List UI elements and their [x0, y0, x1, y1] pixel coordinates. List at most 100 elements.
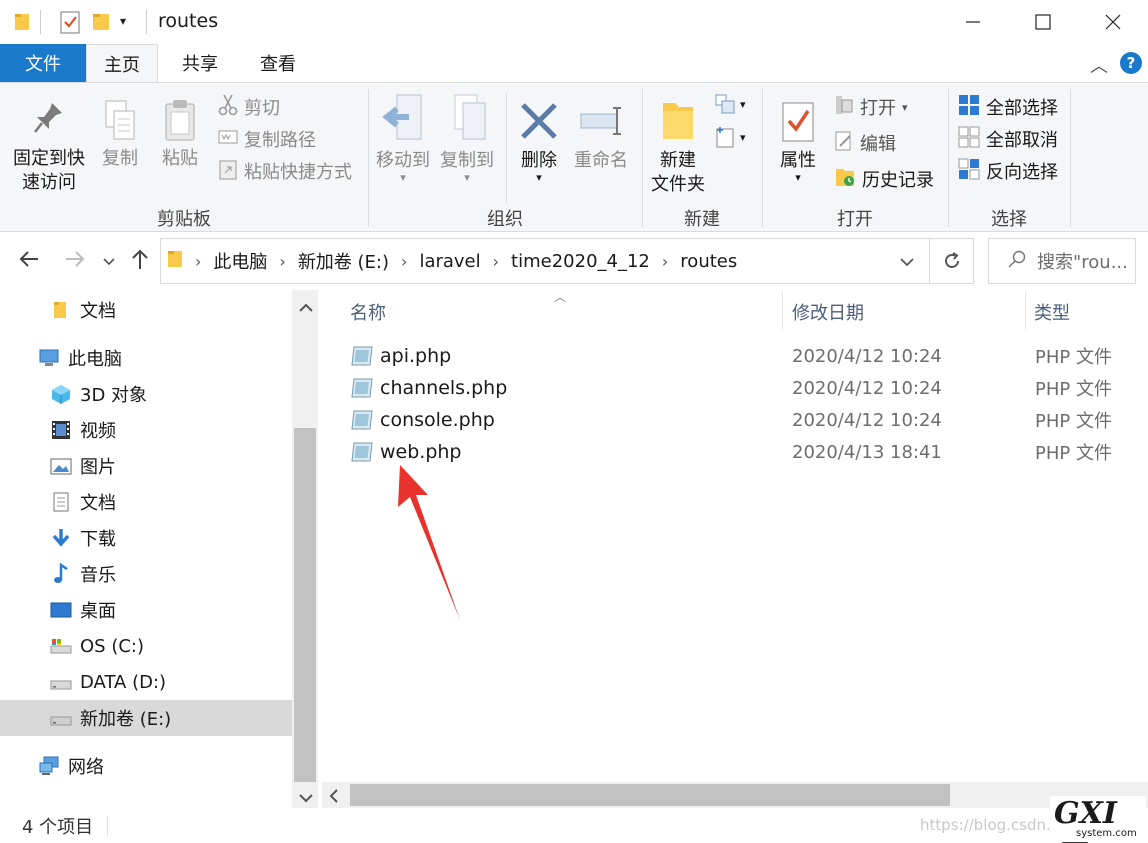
nav-item-desktop[interactable]: 桌面 [0, 592, 292, 628]
file-row[interactable]: console.php 2020/4/12 10:24 PHP 文件 [340, 404, 1140, 436]
open-button[interactable]: 打开 ▾ [834, 93, 908, 121]
tab-view[interactable]: 查看 [240, 44, 316, 82]
tab-file[interactable]: 文件 [0, 44, 86, 82]
breadcrumb-laravel[interactable]: laravel [419, 251, 480, 272]
properties-button[interactable]: 属性 ▾ [768, 93, 828, 183]
file-row[interactable]: channels.php 2020/4/12 10:24 PHP 文件 [340, 372, 1140, 404]
move-to-button[interactable]: 移动到 ▾ [372, 93, 434, 183]
easy-access-button[interactable]: ▾ [714, 125, 746, 149]
address-bar[interactable]: › 此电脑 › 新加卷 (E:) › laravel › time2020_4_… [160, 238, 930, 284]
nav-pane-scroll-thumb[interactable] [294, 428, 316, 782]
breadcrumb-routes[interactable]: routes [680, 251, 737, 272]
breadcrumb-this-pc[interactable]: 此电脑 [213, 248, 267, 274]
recent-locations-chevron-icon[interactable] [102, 252, 116, 273]
copy-button[interactable]: 复制 [94, 99, 146, 171]
computer-icon [38, 347, 60, 369]
new-item-button[interactable]: ▾ [714, 93, 746, 115]
invert-selection-button[interactable]: 反向选择 [958, 157, 1058, 185]
copy-path-icon [218, 128, 238, 151]
properties-dropdown-icon: ▾ [795, 171, 801, 184]
column-divider[interactable] [782, 292, 783, 330]
column-header-name[interactable]: 名称 [350, 296, 780, 328]
help-icon[interactable]: ? [1120, 52, 1142, 74]
nav-item-documents-pinned[interactable]: 文档 [0, 292, 292, 328]
nav-item-downloads[interactable]: 下载 [0, 520, 292, 556]
nav-item-drive-e[interactable]: 新加卷 (E:) [0, 700, 292, 736]
properties-quick-icon[interactable] [60, 10, 80, 39]
php-file-icon [350, 377, 374, 404]
tab-home[interactable]: 主页 [86, 44, 158, 83]
back-arrow-icon[interactable] [18, 248, 40, 275]
edit-button[interactable]: 编辑 [834, 129, 896, 157]
titlebar-divider [40, 10, 41, 34]
file-type: PHP 文件 [1035, 411, 1112, 432]
breadcrumb-chevron-icon[interactable]: › [493, 252, 499, 271]
nav-item-this-pc[interactable]: 此电脑 [0, 340, 292, 376]
nav-item-documents[interactable]: 文档 [0, 484, 292, 520]
select-all-label: 全部选择 [986, 98, 1058, 119]
maximize-button[interactable] [1008, 0, 1078, 44]
breadcrumb-drive-e[interactable]: 新加卷 (E:) [298, 248, 389, 274]
close-button[interactable] [1078, 0, 1148, 44]
quick-access-dropdown-icon[interactable]: ▾ [120, 14, 126, 28]
address-dropdown-chevron-icon[interactable] [899, 253, 915, 274]
rename-icon [570, 93, 632, 149]
breadcrumb-chevron-icon[interactable]: › [662, 252, 668, 271]
breadcrumb-chevron-icon[interactable]: › [401, 252, 407, 271]
copy-path-button[interactable]: 复制路径 [218, 125, 316, 153]
rename-button[interactable]: 重命名 [570, 93, 632, 173]
watermark-logo-sub: system.com [1076, 828, 1137, 839]
nav-item-videos[interactable]: 视频 [0, 412, 292, 448]
delete-button[interactable]: 删除 ▾ [512, 93, 566, 183]
pin-label-2: 速访问 [22, 172, 76, 193]
nav-item-3d-objects[interactable]: 3D 对象 [0, 376, 292, 412]
refresh-button[interactable] [930, 238, 974, 284]
copy-path-label: 复制路径 [244, 130, 316, 151]
column-divider[interactable] [1025, 292, 1026, 330]
nav-item-drive-c[interactable]: OS (C:) [0, 628, 292, 664]
paste-button[interactable]: 粘贴 [154, 99, 206, 171]
pin-quick-access-button[interactable]: 固定到快 速访问 [8, 99, 90, 195]
scroll-left-arrow-icon[interactable] [328, 788, 340, 809]
horizontal-scroll-thumb[interactable] [350, 784, 950, 806]
download-icon [50, 527, 72, 549]
scroll-up-arrow-icon[interactable] [298, 298, 314, 319]
tab-share[interactable]: 共享 [162, 44, 238, 82]
column-header-type[interactable]: 类型 [1034, 296, 1144, 328]
breadcrumb-chevron-icon[interactable]: › [279, 252, 285, 271]
open-dropdown-icon: ▾ [902, 100, 908, 114]
select-none-button[interactable]: 全部取消 [958, 125, 1058, 153]
paste-shortcut-button[interactable]: 粘贴快捷方式 [218, 157, 352, 185]
nav-item-music[interactable]: 音乐 [0, 556, 292, 592]
nav-item-label: 此电脑 [68, 349, 122, 370]
history-button[interactable]: 历史记录 [834, 165, 934, 193]
file-row[interactable]: api.php 2020/4/12 10:24 PHP 文件 [340, 340, 1140, 372]
new-item-icon [715, 94, 735, 114]
new-folder-label-1: 新建 [660, 150, 696, 171]
search-box[interactable]: 搜索"rou... [988, 238, 1136, 284]
new-folder-quick-icon[interactable] [92, 12, 110, 37]
nav-item-label: 网络 [68, 757, 104, 778]
forward-arrow-icon[interactable] [64, 248, 86, 275]
nav-item-pictures[interactable]: 图片 [0, 448, 292, 484]
column-header-date[interactable]: 修改日期 [792, 296, 1022, 328]
easy-access-dropdown-icon: ▾ [740, 130, 746, 144]
scroll-down-arrow-icon[interactable] [298, 788, 314, 809]
cut-button[interactable]: 剪切 [218, 93, 280, 121]
collapse-ribbon-icon[interactable]: ︿ [1090, 52, 1108, 78]
nav-item-drive-d[interactable]: DATA (D:) [0, 664, 292, 700]
search-placeholder[interactable]: 搜索"rou... [1037, 248, 1128, 274]
watermark-logo: GXI网 system.com [1050, 796, 1146, 843]
new-folder-button[interactable]: 新建 文件夹 [646, 93, 710, 197]
delete-x-icon [512, 93, 566, 149]
select-all-button[interactable]: 全部选择 [958, 93, 1058, 121]
annotation-arrow-icon [398, 465, 460, 620]
picture-icon [50, 455, 72, 477]
copy-to-button[interactable]: 复制到 ▾ [436, 93, 498, 183]
breadcrumb-time2020[interactable]: time2020_4_12 [511, 251, 650, 272]
minimize-button[interactable] [938, 0, 1008, 44]
nav-item-network[interactable]: 网络 [0, 748, 292, 784]
copy-to-dropdown-icon: ▾ [464, 171, 470, 184]
properties-icon [768, 93, 828, 149]
up-arrow-icon[interactable] [130, 248, 150, 275]
